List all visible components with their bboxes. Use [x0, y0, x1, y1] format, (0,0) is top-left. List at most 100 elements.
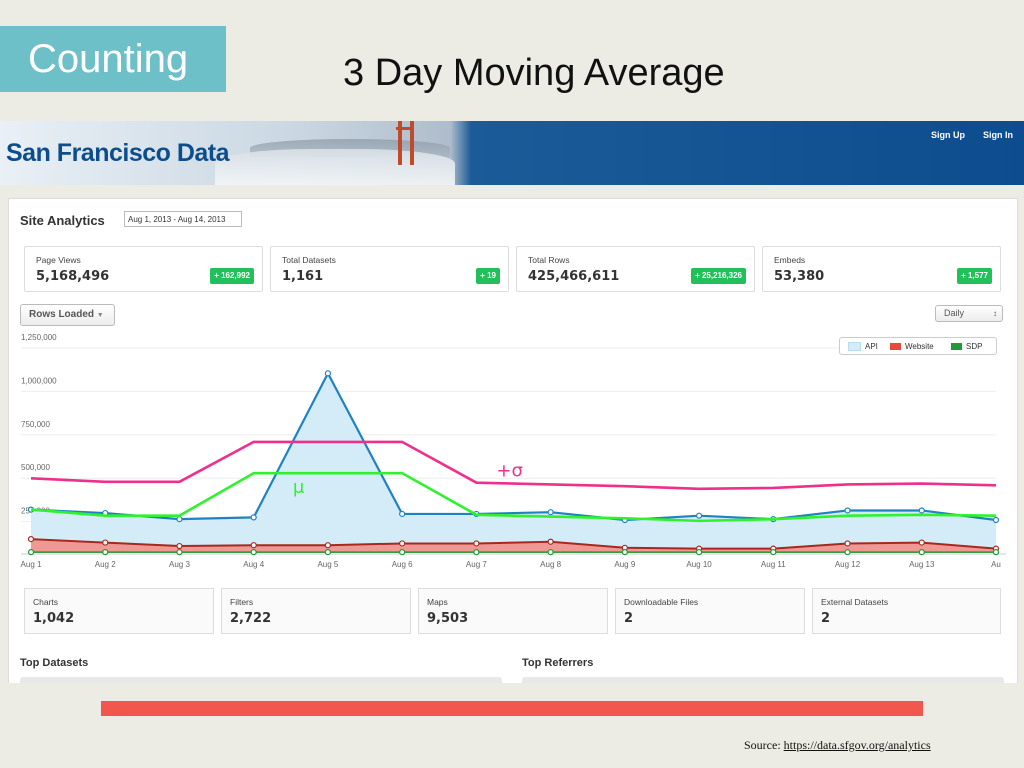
stat-label: External Datasets — [821, 597, 889, 607]
stat-label: Maps — [427, 597, 448, 607]
data-point-website — [102, 539, 109, 546]
stat-value: 53,380 — [774, 269, 825, 284]
data-point-api — [324, 370, 332, 377]
slide-tag: Counting — [0, 26, 226, 92]
sign-in-link[interactable]: Sign In — [983, 130, 1013, 140]
stat-delta-badge: + 162,992 — [210, 268, 254, 284]
stat-total-rows: Total Rows 425,466,611 + 25,216,326 — [516, 246, 755, 292]
data-point-sdp — [547, 549, 554, 556]
slide-title: 3 Day Moving Average — [343, 52, 725, 94]
data-point-sdp — [844, 549, 851, 556]
data-point-website — [250, 542, 257, 549]
data-point-sdp — [324, 549, 332, 556]
stat-total-datasets: Total Datasets 1,161 + 19 — [270, 246, 509, 292]
slide-accent-bar — [101, 701, 923, 716]
legend-swatch — [890, 343, 901, 351]
banner-fog — [215, 149, 455, 185]
sign-up-link[interactable]: Sign Up — [931, 130, 965, 140]
analytics-panel: Site Analytics Aug 1, 2013 - Aug 14, 201… — [8, 198, 1018, 683]
x-tick-label: Aug 4 — [243, 560, 264, 569]
stat-label: Total Rows — [528, 255, 570, 265]
top-referrers-heading: Top Referrers — [522, 657, 594, 669]
y-tick-label: 1,000,000 — [21, 376, 57, 385]
data-point-website — [547, 538, 554, 545]
stat-value: 5,168,496 — [36, 269, 110, 284]
stat-filters: Filters 2,722 — [221, 588, 411, 634]
top-datasets-table-header — [20, 677, 502, 683]
caret-down-icon: ▼ — [96, 312, 104, 319]
interval-select[interactable]: Daily ↕ — [935, 305, 1003, 322]
interval-select-value: Daily — [944, 308, 965, 318]
data-point-website — [27, 536, 35, 543]
legend-swatch — [848, 342, 861, 352]
x-tick-label: Aug 8 — [540, 560, 561, 569]
stat-label: Downloadable Files — [624, 597, 699, 607]
data-point-sdp — [918, 549, 925, 556]
data-point-website — [324, 542, 332, 549]
data-point-api — [918, 507, 925, 514]
data-point-website — [918, 539, 925, 546]
data-point-api — [992, 516, 1000, 524]
series-line-api — [30, 370, 997, 522]
stat-value: 9,503 — [427, 611, 469, 626]
data-point-sdp — [992, 549, 1000, 556]
stat-maps: Maps 9,503 — [418, 588, 608, 634]
data-point-api — [176, 516, 183, 523]
legend-swatch — [951, 343, 962, 351]
stat-charts: Charts 1,042 — [24, 588, 214, 634]
updown-arrows-icon: ↕ — [993, 309, 997, 318]
x-tick-label: Aug 12 — [835, 560, 861, 569]
source-link[interactable]: https://data.sfgov.org/analytics — [784, 738, 931, 752]
y-tick-label: 500,000 — [21, 463, 50, 472]
legend-item-website[interactable]: Website — [890, 342, 934, 351]
y-tick-label: 1,250,000 — [21, 333, 57, 342]
bridge-span — [396, 127, 414, 130]
data-point-sdp — [27, 549, 35, 556]
site-header: San Francisco Data Sign Up Sign In — [0, 121, 1024, 185]
metric-dropdown-label: Rows Loaded — [29, 309, 95, 320]
data-point-api — [399, 510, 406, 518]
stat-value: 2 — [624, 611, 634, 626]
top-datasets-heading: Top Datasets — [20, 657, 89, 669]
stat-external-datasets: External Datasets 2 — [812, 588, 1001, 634]
metric-dropdown[interactable]: Rows Loaded ▼ — [20, 304, 115, 326]
data-point-website — [844, 540, 851, 547]
data-point-sdp — [176, 549, 183, 556]
x-tick-label: Aug 11 — [761, 560, 786, 569]
sigma-label: +σ — [496, 461, 523, 482]
data-point-sdp — [102, 549, 109, 556]
x-tick-label: Aug 6 — [392, 560, 413, 569]
date-range-input[interactable]: Aug 1, 2013 - Aug 14, 2013 — [124, 211, 242, 227]
stat-label: Charts — [33, 597, 59, 607]
data-point-sdp — [473, 549, 480, 556]
stat-page-views: Page Views 5,168,496 + 162,992 — [24, 246, 263, 292]
data-point-api — [250, 514, 257, 521]
y-tick-label: 750,000 — [21, 420, 50, 429]
stat-downloadable-files: Downloadable Files 2 — [615, 588, 805, 634]
stat-value: 2,722 — [230, 611, 272, 626]
stat-value: 2 — [821, 611, 831, 626]
x-tick-label: Aug 3 — [169, 560, 190, 569]
site-logo[interactable]: San Francisco Data — [6, 139, 230, 168]
mean-label: μ — [293, 477, 305, 498]
top-referrers-table-header — [522, 677, 1004, 683]
data-point-api — [844, 507, 851, 514]
source-citation: Source: https://data.sfgov.org/analytics — [744, 738, 931, 753]
stat-embeds: Embeds 53,380 + 1,577 — [762, 246, 1001, 292]
stat-label: Page Views — [36, 255, 81, 265]
stat-delta-badge: + 25,216,326 — [691, 268, 746, 284]
x-tick-label: Aug 13 — [909, 560, 935, 569]
data-point-api — [547, 509, 554, 516]
stat-label: Filters — [230, 597, 254, 607]
data-point-website — [473, 540, 480, 547]
x-tick-label: Aug 9 — [614, 560, 635, 569]
chart-legend: API Website SDP — [839, 337, 997, 355]
data-point-sdp — [399, 549, 406, 556]
data-point-sdp — [695, 549, 703, 556]
data-point-sdp — [770, 549, 777, 556]
x-tick-label: Aug 7 — [466, 560, 487, 569]
data-point-sdp — [621, 549, 628, 556]
stat-value: 425,466,611 — [528, 269, 620, 284]
legend-item-api[interactable]: API — [848, 342, 878, 352]
legend-item-sdp[interactable]: SDP — [951, 342, 982, 351]
